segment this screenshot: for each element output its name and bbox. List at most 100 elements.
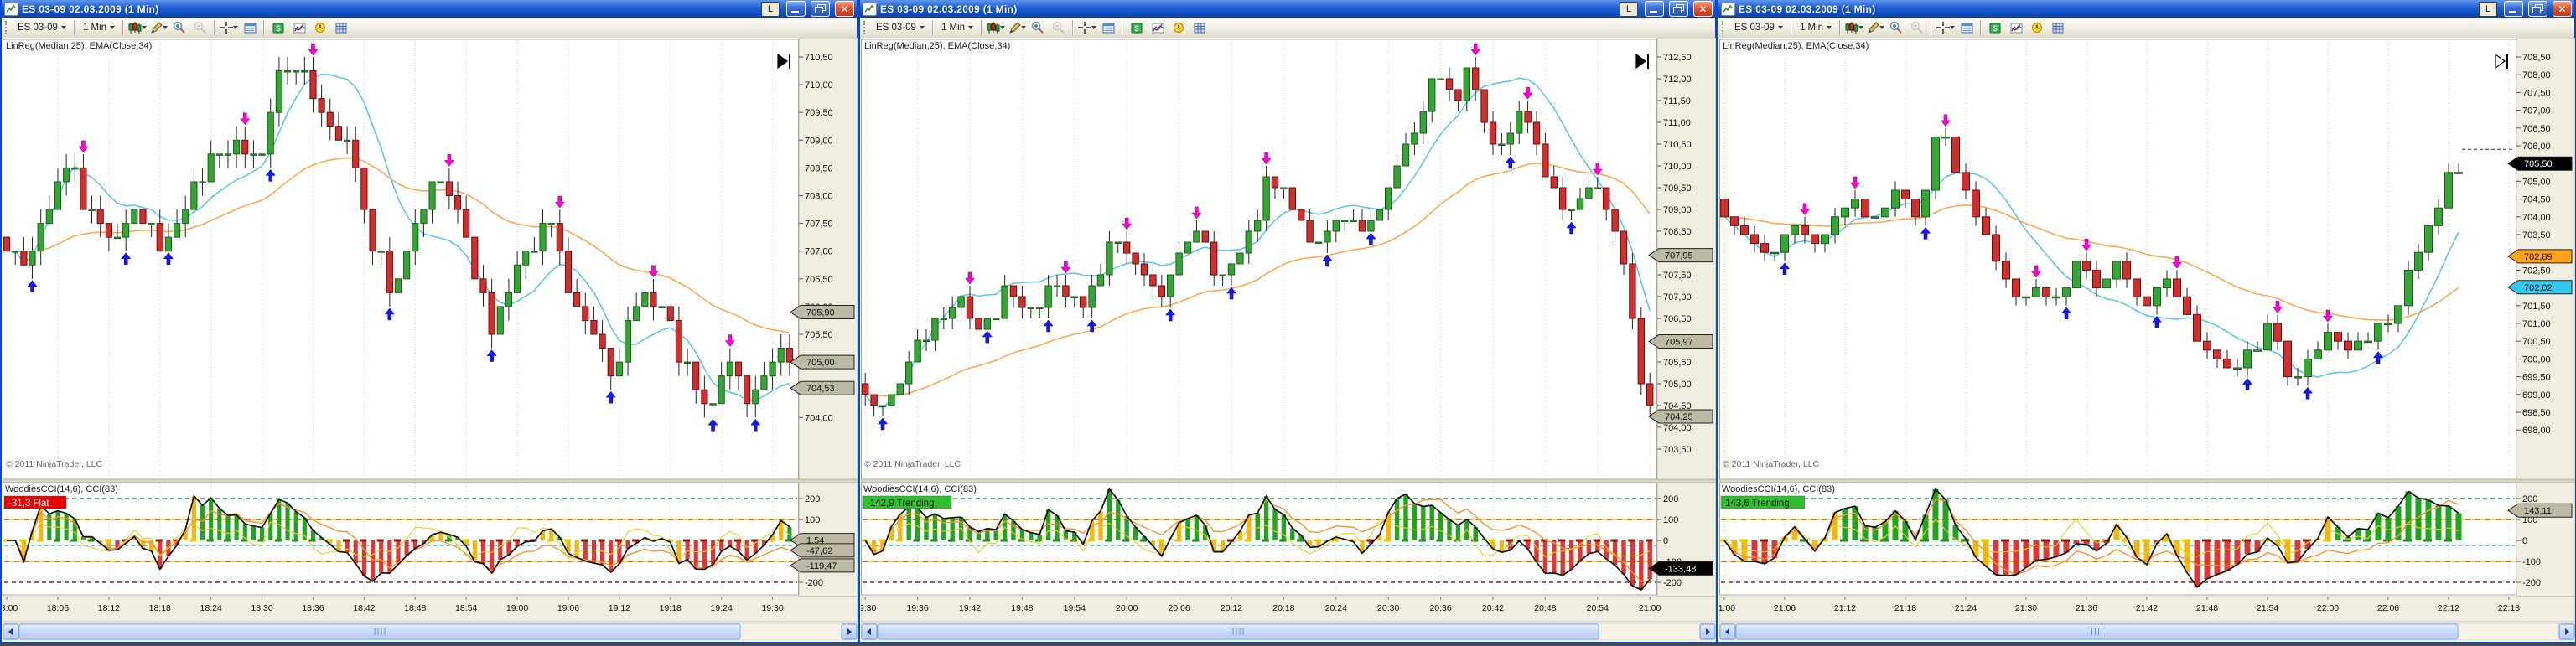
close-button[interactable]: ✕ (2553, 1, 2572, 17)
scroll-right-button[interactable] (841, 623, 858, 640)
alerts-button[interactable] (2028, 19, 2046, 36)
price-panel[interactable] (861, 39, 1657, 480)
svg-text:712,50: 712,50 (1663, 53, 1692, 63)
svg-text:21:36: 21:36 (2076, 603, 2097, 613)
interval-selector[interactable]: 1 Min (80, 21, 118, 34)
scrollbar-thumb[interactable] (877, 623, 1599, 640)
scrollbar-thumb[interactable] (1735, 623, 2459, 640)
toolbar-grip[interactable] (1722, 21, 1727, 34)
drawing-tools-button[interactable] (1008, 19, 1026, 36)
svg-text:19:48: 19:48 (1011, 603, 1033, 613)
chart-canvas[interactable]: 18:00 18:06 18:12 18:18 18:24 18:30 18:36 18:42… (0, 37, 858, 646)
svg-text:701,00: 701,00 (2522, 319, 2551, 329)
toolbar-grip[interactable] (863, 21, 868, 34)
svg-text:18:30: 18:30 (251, 603, 272, 613)
minimize-button[interactable] (1645, 1, 1664, 17)
chart-trader-button[interactable]: $ (269, 19, 288, 36)
svg-text:18:12: 18:12 (98, 603, 120, 613)
grid-button[interactable] (1190, 19, 1209, 36)
close-button[interactable]: ✕ (835, 1, 854, 17)
indicators-button[interactable] (2007, 19, 2025, 36)
svg-text:-31,3 Flat: -31,3 Flat (8, 499, 49, 509)
chart-style-icon (987, 21, 1000, 34)
interval-selector[interactable]: 1 Min (1796, 21, 1835, 34)
svg-text:709,00: 709,00 (805, 136, 833, 146)
panel-splitter[interactable] (860, 478, 1717, 483)
data-box-button[interactable] (1099, 19, 1117, 36)
chart-trader-button[interactable]: $ (1127, 19, 1146, 36)
minimize-button[interactable] (2504, 1, 2523, 17)
data-box-button[interactable] (241, 19, 259, 36)
chart-style-button[interactable] (987, 19, 1006, 36)
window-titlebar[interactable]: ES 03-09 02.03.2009 (1 Min) L ✕ (860, 0, 1715, 18)
grid-icon (2052, 23, 2064, 33)
zoom-out-button[interactable] (1908, 19, 1926, 36)
svg-text:143,6 Trending: 143,6 Trending (1725, 499, 1790, 509)
price-panel[interactable] (1719, 39, 2516, 480)
restore-button[interactable] (811, 1, 830, 17)
interval-link-button[interactable]: L (2479, 1, 2497, 17)
interval-link-button[interactable]: L (761, 1, 780, 17)
restore-button[interactable] (2528, 1, 2547, 17)
cursor-button[interactable] (1078, 19, 1097, 36)
zoom-out-button[interactable] (191, 19, 210, 36)
chart-style-button[interactable] (1845, 19, 1864, 36)
indicators-button[interactable] (1148, 19, 1167, 36)
svg-text:-119,47: -119,47 (806, 561, 837, 571)
grid-button[interactable] (2049, 19, 2067, 36)
zoom-in-button[interactable] (1887, 19, 1905, 36)
zoom-in-button[interactable] (1029, 19, 1047, 36)
instrument-selector[interactable]: ES 03-09 (14, 21, 70, 34)
svg-text:19:30: 19:30 (761, 603, 783, 613)
scrollbar-thumb[interactable] (18, 623, 741, 640)
svg-text:200: 200 (2522, 494, 2537, 504)
alerts-button[interactable] (311, 19, 329, 36)
close-button[interactable]: ✕ (1693, 1, 1713, 17)
svg-text:21:00: 21:00 (1639, 603, 1661, 613)
indicators-button[interactable] (290, 19, 308, 36)
window-titlebar[interactable]: ES 03-09 02.03.2009 (1 Min) L ✕ (1718, 0, 2574, 18)
scroll-left-button[interactable] (861, 623, 878, 640)
chart-canvas[interactable]: 21:00 21:06 21:12 21:18 21:24 21:30 21:36 21:42… (1713, 37, 2576, 646)
instrument-selector[interactable]: ES 03-09 (1731, 21, 1786, 34)
restore-button[interactable] (1669, 1, 1688, 17)
data-box-button[interactable] (1957, 19, 1976, 36)
panel-splitter[interactable] (2, 478, 858, 483)
interval-link-button[interactable]: L (1620, 1, 1638, 17)
zoom-out-button[interactable] (1050, 19, 1068, 36)
price-panel[interactable] (3, 39, 799, 480)
cursor-button[interactable] (1936, 19, 1956, 36)
copyright-label: © 2011 NinjaTrader, LLC (864, 459, 961, 469)
chart-trader-button[interactable]: $ (1986, 19, 2004, 36)
drawing-tools-button[interactable] (149, 19, 168, 36)
chart-style-button[interactable] (128, 19, 148, 36)
zoom-out-icon (1910, 21, 1923, 34)
chart-svg[interactable]: 19:30 19:36 19:42 19:48 19:54 20:00 20:06 20:12… (854, 37, 1717, 642)
cci-panel[interactable] (3, 482, 799, 596)
scroll-right-button[interactable] (2558, 623, 2575, 640)
scroll-left-button[interactable] (1719, 623, 1736, 640)
instrument-selector[interactable]: ES 03-09 (873, 21, 928, 34)
window-titlebar[interactable]: ES 03-09 02.03.2009 (1 Min) L ✕ (2, 0, 857, 18)
alerts-button[interactable] (1169, 19, 1188, 36)
minimize-button[interactable] (786, 1, 806, 17)
svg-text:702,50: 702,50 (2522, 266, 2551, 276)
chart-trader-icon: $ (272, 23, 284, 33)
chevron-down-icon (1879, 26, 1884, 29)
scroll-right-button[interactable] (1699, 623, 1716, 640)
scroll-left-button[interactable] (3, 623, 19, 640)
panel-splitter[interactable] (1718, 478, 2576, 483)
cursor-icon (220, 22, 234, 34)
toolbar-grip[interactable] (5, 21, 10, 34)
chart-svg[interactable]: 21:00 21:06 21:12 21:18 21:24 21:30 21:36 21:42… (1713, 37, 2576, 642)
zoom-in-button[interactable] (170, 19, 189, 36)
grid-button[interactable] (332, 19, 350, 36)
chart-canvas[interactable]: 19:30 19:36 19:42 19:48 19:54 20:00 20:06 20:12… (854, 37, 1717, 646)
svg-text:20:36: 20:36 (1429, 603, 1451, 613)
cursor-icon (1078, 22, 1092, 34)
chart-svg[interactable]: 18:00 18:06 18:12 18:18 18:24 18:30 18:36 18:42… (0, 37, 858, 642)
interval-selector[interactable]: 1 Min (938, 21, 977, 34)
drawing-tools-button[interactable] (1866, 19, 1884, 36)
cursor-button[interactable] (220, 19, 239, 36)
svg-text:$: $ (1993, 24, 1998, 33)
